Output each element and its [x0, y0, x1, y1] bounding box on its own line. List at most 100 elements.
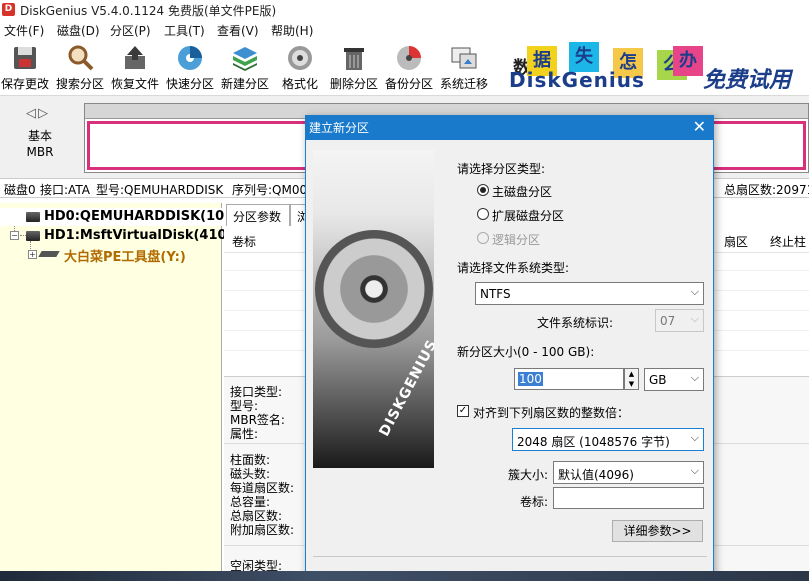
- disk-tree: − HD0:QEMUHARDDISK(100 HD1:MsftVirtualDi…: [0, 203, 240, 581]
- format-icon: [288, 46, 312, 70]
- radio-extended-partition[interactable]: [477, 208, 489, 220]
- toolbar: 保存更改 搜索分区 恢复文件 快速分区 新建分区 格式化 删除分区 备份分区 系…: [0, 40, 505, 96]
- align-checkbox[interactable]: ✓: [457, 405, 469, 417]
- promo-banner[interactable]: 数 据 失 怎 么 办 DiskGenius 免费试用: [505, 40, 809, 96]
- tree-item-hd0[interactable]: HD0:QEMUHARDDISK(100: [0, 208, 233, 226]
- fs-type-select[interactable]: NTFS ⌵: [475, 282, 704, 305]
- size-label: 新分区大小(0 - 100 GB):: [457, 345, 595, 359]
- trash-icon: [344, 48, 364, 70]
- chevron-down-icon: ⌵: [690, 285, 699, 298]
- column-header-label: 卷标: [232, 235, 257, 249]
- cluster-size-value: 默认值(4096): [558, 468, 634, 482]
- radio-primary-partition[interactable]: [477, 184, 489, 196]
- chevron-down-icon: ⌵: [690, 312, 699, 325]
- taskbar-strip: [0, 571, 809, 581]
- dialog-title: 建立新分区: [309, 121, 370, 135]
- fs-type-label: 请选择文件系统类型:: [457, 261, 570, 275]
- menu-partition[interactable]: 分区(P): [110, 22, 151, 39]
- align-sectors-select[interactable]: 2048 扇区 (1048576 字节) ⌵: [512, 428, 704, 451]
- hdd-platter-image: [315, 230, 433, 348]
- size-unit-value: GB: [649, 373, 667, 387]
- toolbar-label: 格式化: [281, 77, 318, 91]
- menu-view[interactable]: 查看(V): [217, 22, 259, 39]
- info-interface: 接口:ATA: [40, 183, 90, 197]
- migrate-icon: [451, 47, 477, 69]
- window-title: DiskGenius V5.4.0.1124 免费版(单文件PE版): [20, 4, 277, 18]
- tree-item-label: 大白菜PE工具盘(Y:): [64, 250, 186, 265]
- fs-id-label: 文件系统标识:: [537, 316, 614, 330]
- column-header-sector: 扇区: [724, 235, 749, 249]
- radio-label: 扩展磁盘分区: [492, 209, 565, 223]
- restore-files-button[interactable]: 恢复文件: [107, 40, 163, 96]
- expand-toggle-icon[interactable]: +: [28, 250, 37, 259]
- menu-disk[interactable]: 磁盘(D): [57, 22, 100, 39]
- tab-partition-params[interactable]: 分区参数: [226, 204, 290, 226]
- disk-nav-arrows[interactable]: ◁▷: [26, 106, 50, 121]
- title-bar: D DiskGenius V5.4.0.1124 免费版(单文件PE版): [0, 0, 809, 20]
- fs-type-value: NTFS: [480, 287, 511, 301]
- backup-icon: [397, 46, 421, 70]
- radio-logical-partition[interactable]: [477, 232, 489, 244]
- hard-disk-icon: [26, 212, 40, 222]
- expand-toggle-icon[interactable]: −: [10, 231, 19, 240]
- prop-label: 属性:: [230, 427, 259, 441]
- close-icon[interactable]: ✕: [693, 117, 706, 136]
- delete-partition-button[interactable]: 删除分区: [326, 40, 382, 96]
- dialog-title-bar[interactable]: 建立新分区 ✕: [305, 115, 714, 140]
- partition-type-label: 请选择分区类型:: [457, 162, 546, 176]
- new-partition-button[interactable]: 新建分区: [217, 40, 273, 96]
- new-partition-icon: [233, 47, 257, 71]
- menu-bar: 文件(F) 磁盘(D) 分区(P) 工具(T) 查看(V) 帮助(H): [0, 20, 809, 40]
- toolbar-label: 保存更改: [0, 77, 49, 91]
- disk-scheme: MBR: [26, 145, 54, 159]
- system-migration-button[interactable]: 系统迁移: [436, 40, 492, 96]
- radio-label: 逻辑分区: [492, 233, 541, 247]
- save-changes-button[interactable]: 保存更改: [0, 40, 53, 96]
- search-partition-button[interactable]: 搜索分区: [52, 40, 108, 96]
- size-value: 100: [518, 372, 543, 386]
- radio-label: 主磁盘分区: [492, 185, 553, 199]
- fs-id-select[interactable]: 07 ⌵: [655, 309, 704, 332]
- app-logo-icon: D: [2, 3, 15, 16]
- banner-tile: 办: [673, 46, 703, 76]
- quick-partition-icon: [178, 46, 202, 70]
- fs-id-value: 07: [660, 314, 676, 328]
- tree-item-label: HD0:QEMUHARDDISK(100: [44, 209, 234, 224]
- toolbar-label: 新建分区: [220, 77, 269, 91]
- restore-icon: [125, 46, 145, 69]
- align-label: 对齐到下列扇区数的整数倍：: [473, 406, 630, 420]
- backup-partition-button[interactable]: 备份分区: [381, 40, 437, 96]
- cluster-size-select[interactable]: 默认值(4096) ⌵: [553, 461, 704, 484]
- usb-drive-icon: [38, 251, 60, 257]
- details-button[interactable]: 详细参数>>: [612, 520, 703, 542]
- format-button[interactable]: 格式化: [272, 40, 328, 96]
- size-unit-select[interactable]: GB ⌵: [644, 368, 704, 391]
- chevron-down-icon: ⌵: [690, 464, 699, 477]
- banner-brand-text: DiskGenius: [509, 68, 645, 92]
- quick-partition-button[interactable]: 快速分区: [162, 40, 218, 96]
- dialog-divider: [313, 556, 707, 557]
- info-model: 型号:QEMUHARDDISK: [96, 183, 224, 197]
- tree-item-label: HD1:MsftVirtualDisk(410M: [44, 228, 240, 243]
- column-header-end-cylinder: 终止柱: [770, 235, 807, 249]
- volume-label-input[interactable]: [553, 487, 704, 509]
- prop-label: 附加扇区数:: [230, 523, 295, 537]
- menu-help[interactable]: 帮助(H): [271, 22, 313, 39]
- cluster-size-label: 簇大小:: [508, 468, 549, 482]
- toolbar-label: 系统迁移: [439, 77, 488, 91]
- magnifier-icon: [68, 45, 94, 71]
- menu-tools[interactable]: 工具(T): [164, 22, 205, 39]
- menu-file[interactable]: 文件(F): [4, 22, 44, 39]
- banner-tail-text: 免费试用: [703, 68, 792, 93]
- chevron-down-icon: ⌵: [690, 371, 699, 384]
- save-icon: [14, 47, 36, 69]
- align-value: 2048 扇区 (1048576 字节): [517, 435, 670, 449]
- partition-size-input[interactable]: 100: [514, 368, 624, 390]
- chevron-down-icon: ⌵: [690, 431, 699, 444]
- hard-disk-icon: [26, 231, 40, 241]
- toolbar-label: 搜索分区: [55, 77, 104, 91]
- toolbar-label: 删除分区: [329, 77, 378, 91]
- info-serial: 序列号:QM00: [232, 183, 308, 197]
- info-total-sectors: 总扇区数:20971: [724, 183, 809, 197]
- size-spinner[interactable]: ▲ ▼: [624, 368, 639, 390]
